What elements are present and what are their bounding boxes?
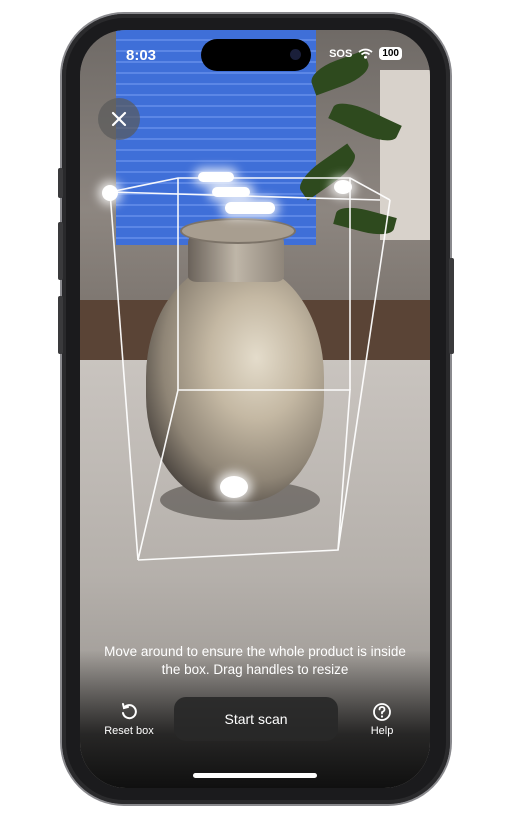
shelf	[380, 70, 430, 240]
silent-switch	[58, 168, 63, 198]
power-button	[449, 258, 454, 354]
phone-screen: 8:03 SOS 100 Move around to ensure the w…	[80, 30, 430, 788]
reset-icon	[122, 703, 137, 720]
resize-handle-corner[interactable]	[334, 180, 352, 194]
vase-lip	[180, 218, 296, 244]
volume-up-button	[58, 222, 63, 280]
resize-handle-top[interactable]	[198, 172, 234, 182]
close-button[interactable]	[98, 98, 140, 140]
scan-instruction: Move around to ensure the whole product …	[104, 644, 406, 677]
close-icon	[111, 111, 127, 127]
help-button[interactable]: Help	[347, 702, 417, 737]
resize-handle-corner[interactable]	[102, 185, 118, 201]
start-scan-label: Start scan	[224, 711, 288, 727]
help-label: Help	[370, 725, 394, 737]
resize-handle-bottom[interactable]	[220, 476, 248, 498]
status-time: 8:03	[126, 47, 157, 64]
resize-handle-top[interactable]	[212, 187, 250, 197]
wifi-icon	[358, 48, 373, 59]
volume-down-button	[58, 296, 63, 354]
home-indicator[interactable]	[193, 773, 317, 778]
camera-dot	[290, 49, 301, 60]
dynamic-island	[201, 39, 311, 71]
status-indicators: SOS 100	[329, 47, 402, 60]
help-icon	[373, 703, 391, 721]
resize-handle-top[interactable]	[225, 202, 275, 214]
start-scan-button[interactable]: Start scan	[174, 697, 338, 741]
reset-box-button[interactable]: Reset box	[94, 702, 164, 737]
reset-box-label: Reset box	[104, 725, 154, 737]
battery-indicator: 100	[379, 47, 402, 60]
vase	[146, 262, 324, 502]
sos-indicator: SOS	[329, 47, 353, 60]
